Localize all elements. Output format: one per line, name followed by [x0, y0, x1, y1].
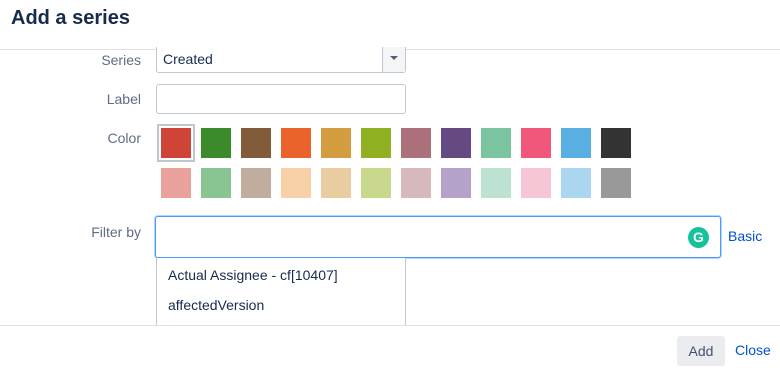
color-label: Color — [107, 130, 141, 146]
color-swatch[interactable] — [361, 168, 391, 198]
label-label: Label — [106, 91, 141, 107]
grammarly-icon[interactable] — [688, 227, 709, 248]
chevron-down-icon[interactable] — [382, 47, 405, 72]
filter-by-label: Filter by — [91, 224, 141, 240]
label-input[interactable] — [156, 84, 406, 114]
color-swatch[interactable] — [521, 128, 551, 158]
color-swatch[interactable] — [241, 128, 271, 158]
color-swatch[interactable] — [601, 128, 631, 158]
color-swatch[interactable] — [321, 168, 351, 198]
color-swatch[interactable] — [321, 128, 351, 158]
suggestion-item[interactable]: affectedVersion — [168, 297, 264, 313]
color-swatch[interactable] — [161, 168, 191, 198]
color-swatch[interactable] — [561, 128, 591, 158]
color-swatch[interactable] — [241, 168, 271, 198]
color-swatch[interactable] — [401, 128, 431, 158]
color-swatch[interactable] — [441, 168, 471, 198]
color-swatch[interactable] — [281, 168, 311, 198]
dialog-title: Add a series — [11, 7, 130, 29]
series-label: Series — [101, 52, 141, 68]
dialog-footer — [0, 325, 780, 377]
color-swatch[interactable] — [201, 128, 231, 158]
color-swatch[interactable] — [401, 168, 431, 198]
add-button[interactable]: Add — [677, 336, 725, 366]
color-swatch[interactable] — [561, 168, 591, 198]
dialog-header: Add a series — [0, 0, 780, 50]
color-swatch[interactable] — [201, 168, 231, 198]
close-link[interactable]: Close — [735, 342, 771, 358]
color-swatch[interactable] — [481, 128, 511, 158]
color-swatch[interactable] — [361, 128, 391, 158]
color-swatch[interactable] — [161, 128, 191, 158]
color-swatch[interactable] — [281, 128, 311, 158]
suggestion-item[interactable]: Actual Assignee - cf[10407] — [168, 267, 338, 283]
series-select-value: Created — [163, 51, 213, 67]
filter-input[interactable] — [155, 216, 721, 258]
color-swatch[interactable] — [521, 168, 551, 198]
suggestion-list: Actual Assignee - cf[10407] affectedVers… — [156, 258, 406, 326]
series-select[interactable]: Created — [156, 47, 406, 73]
color-swatch[interactable] — [481, 168, 511, 198]
basic-link[interactable]: Basic — [728, 228, 762, 244]
color-swatch[interactable] — [601, 168, 631, 198]
color-swatch[interactable] — [441, 128, 471, 158]
